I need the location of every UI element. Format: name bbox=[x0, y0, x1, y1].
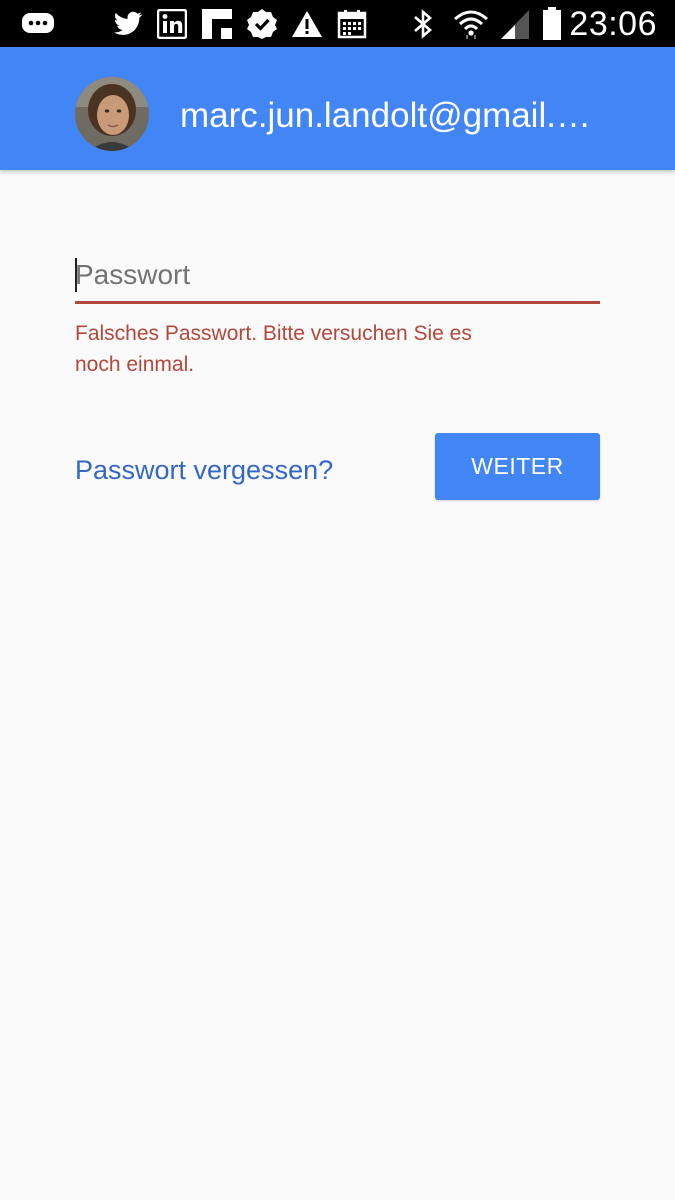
twitter-icon bbox=[111, 8, 145, 40]
battery-icon bbox=[540, 7, 564, 40]
avatar bbox=[75, 77, 149, 151]
password-input[interactable] bbox=[75, 250, 600, 300]
error-message: Falsches Passwort. Bitte versuchen Sie e… bbox=[75, 322, 472, 376]
signal-icon bbox=[498, 8, 532, 40]
text-cursor bbox=[75, 258, 77, 292]
status-time: 23:06 bbox=[569, 5, 657, 43]
forgot-password-link[interactable]: Passwort vergessen? bbox=[75, 450, 333, 490]
linkedin-icon bbox=[156, 8, 188, 40]
bluetooth-icon bbox=[410, 8, 436, 40]
account-header: marc.jun.landolt@gmail.com bbox=[0, 47, 675, 170]
flipboard-icon bbox=[200, 8, 234, 40]
password-field[interactable] bbox=[75, 250, 600, 306]
calendar-icon bbox=[336, 8, 368, 40]
next-button[interactable]: WEITER bbox=[435, 433, 600, 500]
messenger-icon bbox=[20, 8, 56, 40]
password-underline bbox=[75, 301, 600, 304]
check-badge-icon bbox=[245, 8, 279, 40]
status-bar: 23:06 bbox=[0, 0, 675, 47]
warning-icon bbox=[290, 8, 324, 40]
account-email: marc.jun.landolt@gmail.com bbox=[180, 96, 600, 135]
wifi-icon bbox=[452, 8, 490, 40]
